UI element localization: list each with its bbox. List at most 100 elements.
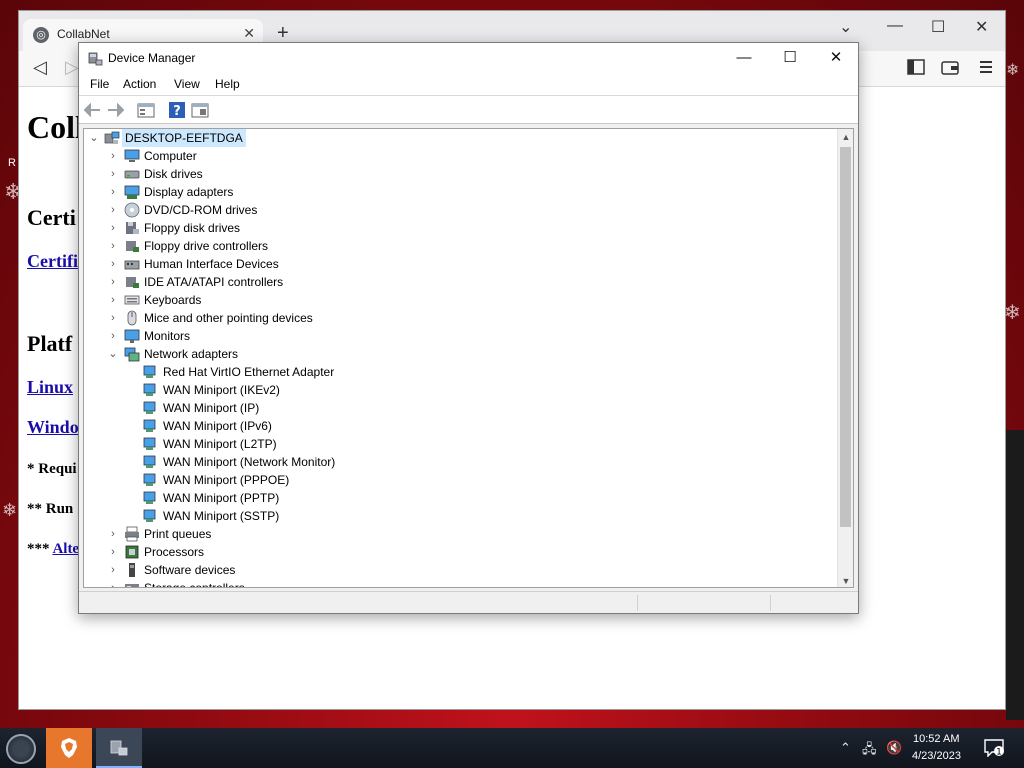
forward-arrow-icon[interactable]: ▷: [65, 57, 79, 78]
tree-item-label: Keyboards: [144, 293, 202, 307]
chevron-right-icon[interactable]: ›: [107, 237, 119, 255]
back-arrow-icon[interactable]: ◁: [33, 57, 47, 78]
tree-device-item[interactable]: WAN Miniport (PPTP): [84, 489, 784, 507]
chevron-right-icon[interactable]: ›: [107, 147, 119, 165]
vertical-scrollbar[interactable]: ▲ ▼: [837, 129, 853, 587]
tray-overflow-chevron-icon[interactable]: ⌃: [840, 740, 851, 756]
tree-category-item[interactable]: ⌄ Network adapters: [84, 345, 784, 363]
tree-item-label: Monitors: [144, 329, 191, 343]
tree-device-item[interactable]: WAN Miniport (SSTP): [84, 507, 784, 525]
tree-device-item[interactable]: WAN Miniport (IKEv2): [84, 381, 784, 399]
clock-time[interactable]: 10:52 AM: [913, 733, 959, 745]
browser-maximize-button[interactable]: ☐: [931, 17, 945, 37]
tree-device-item[interactable]: WAN Miniport (PPPOE): [84, 471, 784, 489]
globe-icon: ◎: [33, 27, 49, 43]
tree-category-item[interactable]: › Floppy disk drives: [84, 219, 784, 237]
tree-category-item[interactable]: › Floppy drive controllers: [84, 237, 784, 255]
scroll-up-arrow-icon[interactable]: ▲: [838, 129, 853, 145]
menu-help[interactable]: Help: [215, 77, 240, 91]
tree-item-label: Disk drives: [144, 167, 203, 181]
chevron-right-icon[interactable]: ›: [107, 525, 119, 543]
scroll-down-arrow-icon[interactable]: ▼: [838, 573, 853, 587]
tree-category-item[interactable]: › Computer: [84, 147, 784, 165]
tree-category-item[interactable]: › Monitors: [84, 327, 784, 345]
help-icon[interactable]: ?: [168, 101, 186, 119]
tree-item-label: Floppy disk drives: [144, 221, 241, 235]
tree-category-item[interactable]: › Print queues: [84, 525, 784, 543]
device-tree: ⌄ DESKTOP-EEFTDGA › Computer › Disk drives ›…: [83, 128, 854, 588]
windows-link[interactable]: Windo: [27, 417, 79, 438]
chevron-right-icon[interactable]: ›: [107, 165, 119, 183]
back-arrow-icon[interactable]: [84, 101, 102, 119]
chevron-right-icon[interactable]: ›: [107, 219, 119, 237]
tree-category-item[interactable]: › Storage controllers: [84, 579, 784, 587]
chevron-right-icon[interactable]: ›: [107, 183, 119, 201]
close-button[interactable]: ✕: [813, 47, 859, 71]
tree-item-label: Mice and other pointing devices: [144, 311, 313, 325]
tree-category-item[interactable]: › Display adapters: [84, 183, 784, 201]
tree-root-label: DESKTOP-EEFTDGA: [122, 129, 246, 147]
tree-item-label: Display adapters: [144, 185, 234, 199]
wallet-icon[interactable]: [941, 59, 959, 75]
tab-list-chevron-icon[interactable]: ⌄: [839, 17, 852, 37]
tree-device-item[interactable]: WAN Miniport (Network Monitor): [84, 453, 784, 471]
maximize-button[interactable]: ☐: [767, 47, 813, 71]
properties-icon[interactable]: [137, 101, 155, 119]
tree-category-item[interactable]: › Keyboards: [84, 291, 784, 309]
chevron-right-icon[interactable]: ›: [107, 561, 119, 579]
minimize-button[interactable]: —: [721, 47, 767, 71]
tree-device-item[interactable]: Red Hat VirtIO Ethernet Adapter: [84, 363, 784, 381]
menu-file[interactable]: File: [90, 77, 109, 91]
new-tab-button[interactable]: +: [277, 23, 289, 43]
volume-muted-icon[interactable]: 🔇: [886, 740, 902, 756]
tree-category-item[interactable]: › Disk drives: [84, 165, 784, 183]
network-adapter-icon: [143, 401, 156, 414]
menu-action[interactable]: Action: [123, 77, 156, 91]
tree-category-item[interactable]: › Software devices: [84, 561, 784, 579]
menu-view[interactable]: View: [174, 77, 200, 91]
chevron-right-icon[interactable]: ›: [107, 291, 119, 309]
brave-browser-taskbar-button[interactable]: [46, 728, 92, 768]
chevron-right-icon[interactable]: ›: [107, 543, 119, 561]
tree-category-item[interactable]: › IDE ATA/ATAPI controllers: [84, 273, 784, 291]
device-manager-titlebar[interactable]: Device Manager — ☐ ✕: [79, 43, 858, 74]
chevron-right-icon[interactable]: ›: [107, 255, 119, 273]
floppy-icon: [126, 222, 139, 234]
browser-close-button[interactable]: ✕: [975, 17, 988, 37]
certification-link[interactable]: Certifi: [27, 251, 78, 272]
alternative-link[interactable]: Alte: [52, 541, 79, 557]
tree-item-label: Human Interface Devices: [144, 257, 279, 271]
tree-category-item[interactable]: › Mice and other pointing devices: [84, 309, 784, 327]
chevron-right-icon[interactable]: ›: [107, 273, 119, 291]
show-hidden-icon[interactable]: [191, 101, 209, 119]
clock-date[interactable]: 4/23/2023: [912, 750, 961, 762]
menu-icon[interactable]: [977, 59, 995, 75]
tree-device-item[interactable]: WAN Miniport (IP): [84, 399, 784, 417]
notifications-icon[interactable]: 1: [984, 739, 1004, 757]
tree-category-item[interactable]: › Processors: [84, 543, 784, 561]
chevron-down-icon[interactable]: ⌄: [88, 129, 100, 147]
chevron-right-icon[interactable]: ›: [107, 309, 119, 327]
chevron-right-icon[interactable]: ›: [107, 201, 119, 219]
chevron-right-icon[interactable]: ›: [107, 327, 119, 345]
browser-minimize-button[interactable]: —: [887, 17, 903, 35]
chevron-right-icon[interactable]: ›: [107, 579, 119, 587]
forward-arrow-icon[interactable]: [106, 101, 124, 119]
dvd-icon: [124, 202, 140, 218]
scrollbar-thumb[interactable]: [840, 147, 851, 527]
network-tray-icon[interactable]: 🖧: [862, 740, 877, 762]
side-monitor-app: [1006, 430, 1024, 720]
tree-category-item[interactable]: › Human Interface Devices: [84, 255, 784, 273]
storage-controller-icon: [125, 584, 139, 587]
tree-device-item[interactable]: WAN Miniport (L2TP): [84, 435, 784, 453]
linux-link[interactable]: Linux: [27, 377, 73, 398]
close-tab-icon[interactable]: ✕: [243, 25, 255, 42]
sidebar-toggle-icon[interactable]: [907, 59, 925, 75]
device-manager-taskbar-icon: [110, 740, 128, 756]
tree-root[interactable]: ⌄ DESKTOP-EEFTDGA: [84, 129, 784, 147]
chevron-down-icon[interactable]: ⌄: [107, 345, 119, 363]
device-manager-taskbar-button[interactable]: [96, 728, 142, 768]
tree-device-item[interactable]: WAN Miniport (IPv6): [84, 417, 784, 435]
start-button[interactable]: [6, 734, 36, 764]
tree-category-item[interactable]: › DVD/CD-ROM drives: [84, 201, 784, 219]
